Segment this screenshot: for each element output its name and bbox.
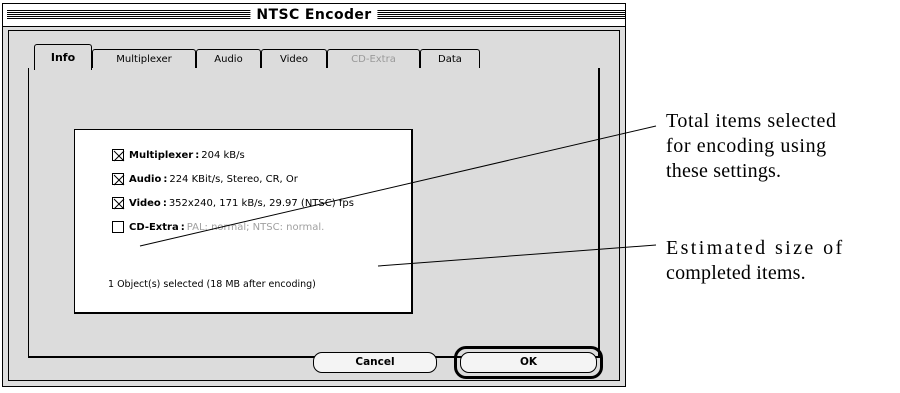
annotation-line: for encoding using [666, 135, 827, 157]
annotation-line: these settings. [666, 160, 782, 182]
leader-line-items-selected [139, 125, 657, 247]
annotation-line: Estimated size of [666, 237, 845, 259]
annotation-items-selected: Total items selected for encoding using … [666, 109, 837, 184]
leader-line-estimated-size [377, 244, 657, 267]
annotation-line: completed items. [666, 262, 806, 284]
annotation-line: Total items selected [666, 110, 837, 132]
callout-leader-lines [139, 125, 657, 267]
tab-info[interactable]: Info [34, 44, 92, 70]
annotation-estimated-size: Estimated size of completed items. [666, 236, 845, 286]
